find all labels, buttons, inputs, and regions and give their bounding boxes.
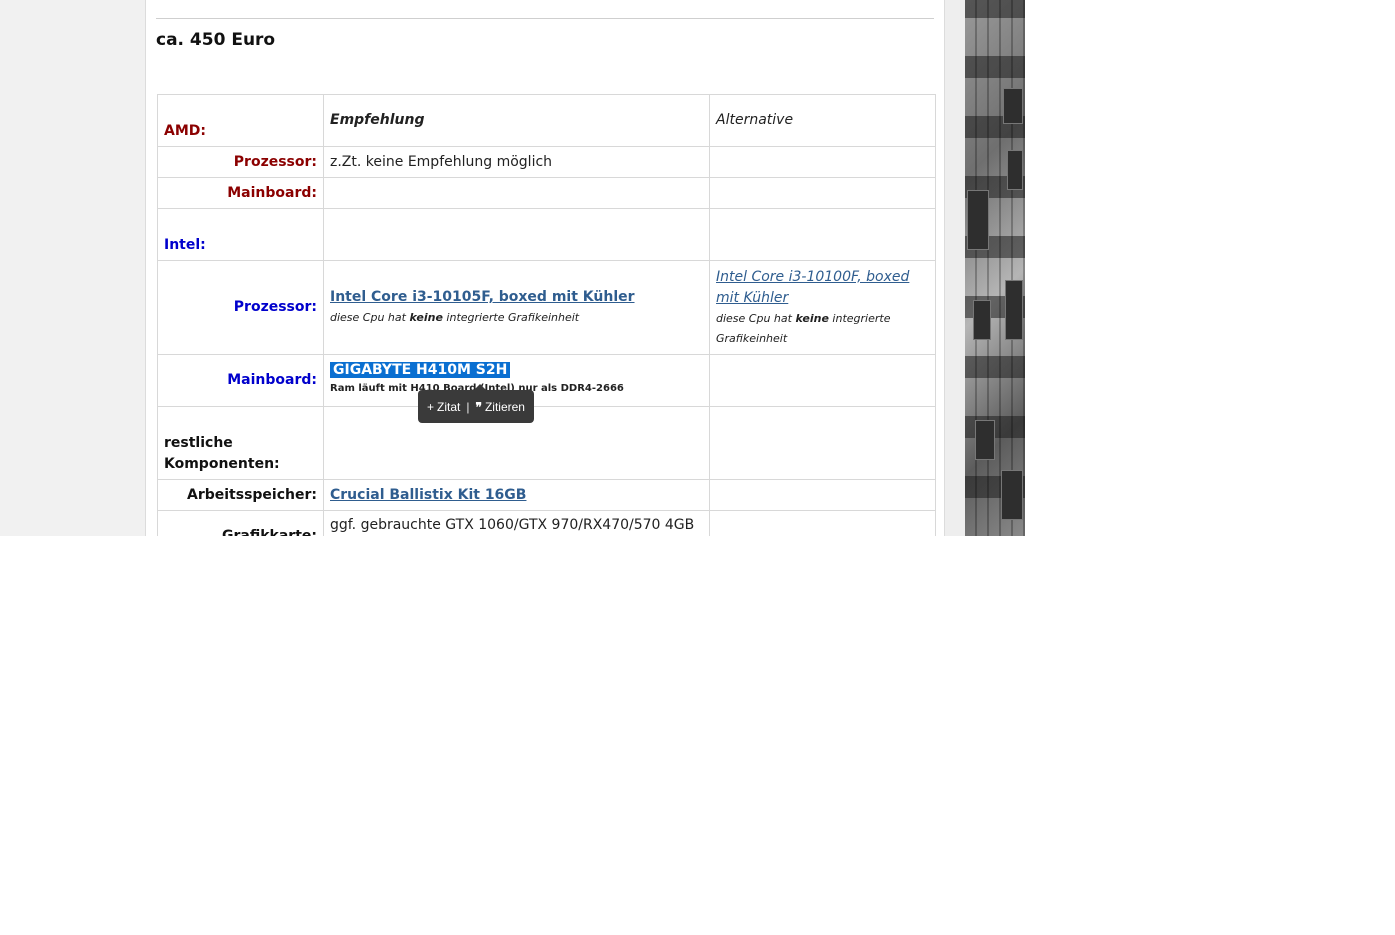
table-row: Mainboard: GIGABYTE H410M S2H Ram läuft … — [157, 354, 936, 407]
ram-link[interactable]: Crucial Ballistix Kit 16GB — [330, 487, 526, 503]
intel-cpu-recommendation: Intel Core i3-10105F, boxed mit Kühler d… — [323, 260, 710, 355]
alternative-header: Alternative — [709, 94, 936, 147]
note-emphasis: keine — [795, 311, 829, 325]
ram-label: Arbeitsspeicher: — [157, 479, 324, 511]
divider — [156, 18, 934, 19]
intel-cpu-link[interactable]: Intel Core i3-10105F, boxed mit Kühler — [330, 289, 635, 305]
note-text: diese Cpu hat — [716, 311, 796, 325]
empty-cell — [709, 479, 936, 511]
empty-cell — [323, 208, 710, 261]
cite-action[interactable]: ❞ Zitieren — [475, 400, 524, 414]
gpu-recommendation: ggf. gebrauchte GTX 1060/GTX 970/RX470/5… — [323, 510, 710, 536]
note-emphasis: keine — [409, 311, 443, 324]
amd-section-label: AMD: — [157, 94, 324, 147]
intel-section-label: Intel: — [157, 208, 324, 261]
right-margin — [945, 0, 965, 536]
component-table: AMD: Empfehlung Alternative Prozessor: z… — [157, 94, 936, 536]
budget-heading: ca. 450 Euro — [156, 30, 276, 50]
ram-recommendation: Crucial Ballistix Kit 16GB — [323, 479, 710, 511]
note-text: diese Cpu hat — [330, 311, 410, 324]
table-row: Mainboard: — [157, 177, 936, 209]
window-shape — [967, 190, 989, 250]
table-row: Prozessor: z.Zt. keine Empfehlung möglic… — [157, 146, 936, 178]
window-shape — [1003, 88, 1023, 124]
intel-cpu-alt-link[interactable]: Intel Core i3-10100F, boxed mit Kühler — [716, 269, 909, 306]
window-shape — [973, 300, 991, 340]
amd-cpu-label: Prozessor: — [157, 146, 324, 178]
amd-board-alternative — [709, 177, 936, 209]
intel-board-alternative — [709, 354, 936, 407]
left-margin — [0, 0, 145, 536]
tooltip-separator: | — [466, 399, 470, 414]
intel-cpu-note: diese Cpu hat keine integrierte Grafikei… — [330, 308, 703, 328]
browser-viewport: ca. 450 Euro AMD: Empfehlung Alternative… — [0, 0, 1025, 536]
intel-board-label: Mainboard: — [157, 354, 324, 407]
window-shape — [1001, 470, 1023, 520]
background-photo — [965, 0, 1025, 536]
quote-tooltip: + Zitat | ❞ Zitieren — [418, 384, 534, 423]
add-quote-label: Zitat — [437, 399, 461, 414]
window-shape — [1007, 150, 1023, 190]
rest-section-label: restliche Komponenten: — [157, 406, 324, 480]
table-row: Grafikkarte: ggf. gebrauchte GTX 1060/GT… — [157, 510, 936, 536]
empty-cell — [709, 406, 936, 480]
amd-cpu-alternative — [709, 146, 936, 178]
quote-icon: ❞ — [475, 399, 482, 414]
window-shape — [1005, 280, 1023, 340]
intel-cpu-alternative: Intel Core i3-10100F, boxed mit Kühler d… — [709, 260, 936, 355]
add-quote-action[interactable]: + Zitat — [427, 400, 460, 414]
intel-cpu-alt-note: diese Cpu hat keine integrierte Grafikei… — [716, 309, 929, 349]
intel-cpu-label: Prozessor: — [157, 260, 324, 355]
post-content: ca. 450 Euro AMD: Empfehlung Alternative… — [145, 0, 945, 536]
plus-icon: + — [427, 399, 435, 414]
table-row: Prozessor: Intel Core i3-10105F, boxed m… — [157, 260, 936, 355]
amd-cpu-recommendation: z.Zt. keine Empfehlung möglich — [323, 146, 710, 178]
empty-cell — [709, 510, 936, 536]
cite-label: Zitieren — [484, 399, 525, 414]
amd-board-recommendation — [323, 177, 710, 209]
intel-header-row: Intel: — [157, 208, 936, 261]
rest-header-row: restliche Komponenten: — [157, 406, 936, 480]
gpu-label: Grafikkarte: — [157, 510, 324, 536]
selected-board-text[interactable]: GIGABYTE H410M S2H — [330, 362, 511, 378]
note-text: integrierte Grafikeinheit — [442, 311, 580, 324]
table-row: Arbeitsspeicher: Crucial Ballistix Kit 1… — [157, 479, 936, 511]
empty-cell — [709, 208, 936, 261]
window-shape — [975, 420, 995, 460]
amd-board-label: Mainboard: — [157, 177, 324, 209]
amd-header-row: AMD: Empfehlung Alternative — [157, 94, 936, 147]
recommendation-header: Empfehlung — [323, 94, 710, 147]
